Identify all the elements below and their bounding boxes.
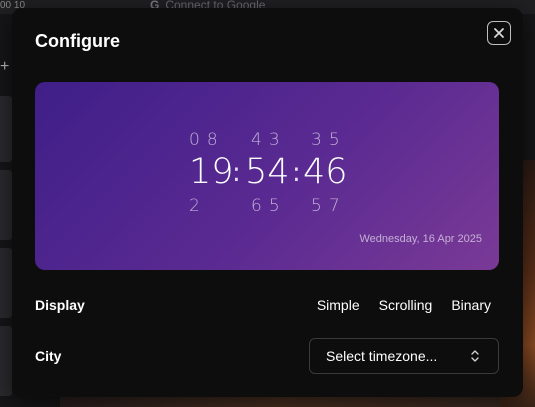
prev-minutes: 43 bbox=[251, 130, 287, 150]
prev-seconds: 35 bbox=[311, 130, 347, 150]
timezone-select[interactable]: Select timezone... bbox=[309, 338, 499, 374]
modal-title: Configure bbox=[35, 31, 120, 51]
background-card: 1: bbox=[0, 96, 12, 199]
clock-preview: 08 43 35 19 : 54 : 46 2 65 57 Wednesday,… bbox=[35, 82, 499, 270]
time-separator: : bbox=[232, 158, 241, 188]
configure-modal: Configure 08 43 35 19 : 54 : 46 2 65 57 bbox=[12, 8, 523, 397]
current-hours: 19 bbox=[189, 152, 234, 192]
next-hours: 2 bbox=[189, 196, 207, 216]
time-separator: : bbox=[292, 158, 301, 188]
date-label: Wednesday, 16 Apr 2025 bbox=[359, 233, 482, 245]
next-seconds: 57 bbox=[311, 196, 347, 216]
chevron-up-down-icon bbox=[471, 350, 479, 362]
background-card bbox=[0, 248, 12, 318]
display-option-simple[interactable]: Simple bbox=[317, 297, 360, 313]
timezone-select-value: Select timezone... bbox=[326, 348, 438, 364]
display-option-binary[interactable]: Binary bbox=[451, 297, 491, 313]
add-icon[interactable]: + bbox=[0, 58, 9, 76]
close-button[interactable] bbox=[487, 21, 511, 45]
current-minutes: 54 bbox=[245, 152, 290, 192]
display-options: Simple Scrolling Binary bbox=[317, 297, 491, 313]
prev-hours: 08 bbox=[189, 130, 225, 150]
background-card bbox=[0, 170, 12, 240]
current-seconds: 46 bbox=[303, 152, 348, 192]
background-card bbox=[0, 326, 12, 396]
next-minutes: 65 bbox=[251, 196, 287, 216]
scrolling-clock: 08 43 35 19 : 54 : 46 2 65 57 bbox=[189, 130, 359, 220]
city-label: City bbox=[35, 348, 62, 364]
display-label: Display bbox=[35, 297, 85, 313]
close-icon bbox=[494, 28, 504, 38]
display-option-scrolling[interactable]: Scrolling bbox=[379, 297, 433, 313]
